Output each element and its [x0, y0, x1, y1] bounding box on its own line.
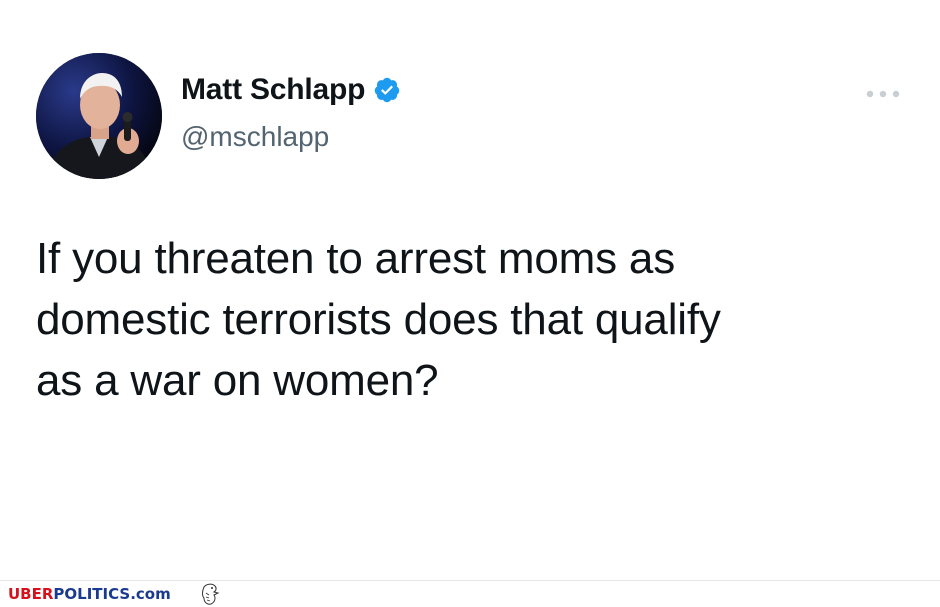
- verified-badge-icon: [375, 77, 400, 103]
- watermark-part-domain: .com: [130, 585, 171, 603]
- more-horizontal-icon[interactable]: [864, 84, 902, 104]
- watermark-part-uber: UBER: [8, 585, 54, 603]
- tweet-text: If you threaten to arrest moms as domest…: [36, 228, 896, 411]
- watermark-part-politics: POLITICS: [53, 585, 131, 603]
- tweet-card: Matt Schlapp @mschlapp If you threaten t…: [0, 0, 940, 581]
- eagle-icon: [202, 583, 220, 605]
- author-handle[interactable]: @mschlapp: [181, 120, 329, 154]
- tweet-text-line: If you threaten to arrest moms as: [36, 234, 676, 283]
- author-display-name-row[interactable]: Matt Schlapp: [181, 72, 401, 108]
- avatar[interactable]: [36, 53, 162, 179]
- avatar-photo: [36, 53, 162, 179]
- author-display-name[interactable]: Matt Schlapp: [181, 72, 365, 108]
- site-watermark: UBERPOLITICS.com: [0, 581, 940, 607]
- watermark-text: UBERPOLITICS.com: [8, 585, 171, 603]
- tweet-text-line: domestic terrorists does that qualify: [36, 295, 721, 344]
- tweet-text-line: as a war on women?: [36, 356, 439, 405]
